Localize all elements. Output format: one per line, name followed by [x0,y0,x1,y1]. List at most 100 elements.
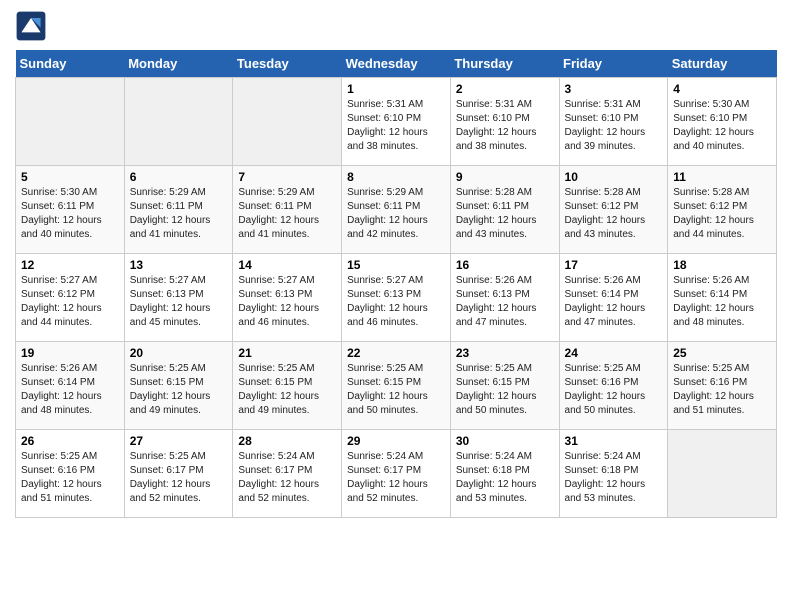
calendar-cell: 30 Sunrise: 5:24 AM Sunset: 6:18 PM Dayli… [450,430,559,518]
calendar-cell: 10 Sunrise: 5:28 AM Sunset: 6:12 PM Dayli… [559,166,668,254]
calendar-cell: 4 Sunrise: 5:30 AM Sunset: 6:10 PM Daylig… [668,78,777,166]
day-info: Sunrise: 5:24 AM Sunset: 6:17 PM Dayligh… [238,450,336,506]
calendar-cell: 3Sunrise: 5:31 AM Sunset: 6:10 PM Daylig… [559,78,668,166]
day-number: 3 [565,82,663,96]
calendar-cell: 28 Sunrise: 5:24 AM Sunset: 6:17 PM Dayli… [233,430,342,518]
day-info: Sunrise: 5:25 AM Sunset: 6:16 PM Dayligh… [673,362,771,418]
day-info: Sunrise: 5:25 AM Sunset: 6:16 PM Dayligh… [565,362,663,418]
day-number: 10 [565,170,663,184]
day-number: 27 [130,434,228,448]
day-info: Sunrise: 5:27 AM Sunset: 6:13 PM Dayligh… [130,274,228,330]
calendar-cell: 9 Sunrise: 5:28 AM Sunset: 6:11 PM Daylig… [450,166,559,254]
day-header-wednesday: Wednesday [342,50,451,78]
calendar-cell [124,78,233,166]
day-number: 21 [238,346,336,360]
day-number: 23 [456,346,554,360]
calendar-cell: 8 Sunrise: 5:29 AM Sunset: 6:11 PM Daylig… [342,166,451,254]
day-number: 5 [21,170,119,184]
day-number: 13 [130,258,228,272]
calendar-cell: 18 Sunrise: 5:26 AM Sunset: 6:14 PM Dayli… [668,254,777,342]
calendar-week-3: 12 Sunrise: 5:27 AM Sunset: 6:12 PM Dayli… [16,254,777,342]
day-number: 9 [456,170,554,184]
calendar-cell: 31 Sunrise: 5:24 AM Sunset: 6:18 PM Dayli… [559,430,668,518]
day-number: 30 [456,434,554,448]
calendar-cell [233,78,342,166]
calendar-week-5: 26Sunrise: 5:25 AM Sunset: 6:16 PM Dayli… [16,430,777,518]
day-info: Sunrise: 5:30 AM Sunset: 6:11 PM Dayligh… [21,186,119,242]
day-info: Sunrise: 5:25 AM Sunset: 6:15 PM Dayligh… [238,362,336,418]
day-info: Sunrise: 5:29 AM Sunset: 6:11 PM Dayligh… [347,186,445,242]
day-number: 17 [565,258,663,272]
calendar-cell: 29 Sunrise: 5:24 AM Sunset: 6:17 PM Dayli… [342,430,451,518]
day-info: Sunrise: 5:28 AM Sunset: 6:12 PM Dayligh… [565,186,663,242]
day-info: Sunrise: 5:28 AM Sunset: 6:11 PM Dayligh… [456,186,554,242]
day-number: 19 [21,346,119,360]
day-number: 4 [673,82,771,96]
day-info: Sunrise: 5:30 AM Sunset: 6:10 PM Dayligh… [673,98,771,154]
calendar-cell: 22 Sunrise: 5:25 AM Sunset: 6:15 PM Dayli… [342,342,451,430]
day-info: Sunrise: 5:29 AM Sunset: 6:11 PM Dayligh… [130,186,228,242]
day-number: 14 [238,258,336,272]
day-info: Sunrise: 5:27 AM Sunset: 6:13 PM Dayligh… [347,274,445,330]
day-header-thursday: Thursday [450,50,559,78]
day-number: 28 [238,434,336,448]
day-number: 11 [673,170,771,184]
day-info: Sunrise: 5:24 AM Sunset: 6:18 PM Dayligh… [565,450,663,506]
day-number: 8 [347,170,445,184]
day-info: Sunrise: 5:26 AM Sunset: 6:14 PM Dayligh… [673,274,771,330]
calendar-week-4: 19 Sunrise: 5:26 AM Sunset: 6:14 PM Dayli… [16,342,777,430]
calendar-cell: 20 Sunrise: 5:25 AM Sunset: 6:15 PM Dayli… [124,342,233,430]
day-number: 29 [347,434,445,448]
day-number: 31 [565,434,663,448]
logo [15,10,51,42]
calendar-cell: 17 Sunrise: 5:26 AM Sunset: 6:14 PM Dayli… [559,254,668,342]
day-info: Sunrise: 5:25 AM Sunset: 6:15 PM Dayligh… [456,362,554,418]
calendar-cell: 24Sunrise: 5:25 AM Sunset: 6:16 PM Dayli… [559,342,668,430]
day-info: Sunrise: 5:25 AM Sunset: 6:16 PM Dayligh… [21,450,119,506]
calendar-cell: 14 Sunrise: 5:27 AM Sunset: 6:13 PM Dayli… [233,254,342,342]
day-info: Sunrise: 5:25 AM Sunset: 6:15 PM Dayligh… [347,362,445,418]
day-number: 2 [456,82,554,96]
day-number: 16 [456,258,554,272]
calendar-cell: 13 Sunrise: 5:27 AM Sunset: 6:13 PM Dayli… [124,254,233,342]
day-info: Sunrise: 5:26 AM Sunset: 6:14 PM Dayligh… [21,362,119,418]
day-info: Sunrise: 5:25 AM Sunset: 6:17 PM Dayligh… [130,450,228,506]
day-info: Sunrise: 5:29 AM Sunset: 6:11 PM Dayligh… [238,186,336,242]
calendar-cell: 6 Sunrise: 5:29 AM Sunset: 6:11 PM Daylig… [124,166,233,254]
calendar-week-2: 5 Sunrise: 5:30 AM Sunset: 6:11 PM Daylig… [16,166,777,254]
logo-icon [15,10,47,42]
calendar-cell: 25 Sunrise: 5:25 AM Sunset: 6:16 PM Dayli… [668,342,777,430]
page-header [15,10,777,42]
day-header-sunday: Sunday [16,50,125,78]
day-number: 18 [673,258,771,272]
day-info: Sunrise: 5:24 AM Sunset: 6:18 PM Dayligh… [456,450,554,506]
calendar-header-row: SundayMondayTuesdayWednesdayThursdayFrid… [16,50,777,78]
day-info: Sunrise: 5:25 AM Sunset: 6:15 PM Dayligh… [130,362,228,418]
calendar-cell: 21 Sunrise: 5:25 AM Sunset: 6:15 PM Dayli… [233,342,342,430]
day-number: 6 [130,170,228,184]
day-info: Sunrise: 5:31 AM Sunset: 6:10 PM Dayligh… [347,98,445,154]
calendar-cell: 23 Sunrise: 5:25 AM Sunset: 6:15 PM Dayli… [450,342,559,430]
day-number: 12 [21,258,119,272]
day-number: 22 [347,346,445,360]
day-info: Sunrise: 5:26 AM Sunset: 6:14 PM Dayligh… [565,274,663,330]
calendar-cell: 19 Sunrise: 5:26 AM Sunset: 6:14 PM Dayli… [16,342,125,430]
day-number: 20 [130,346,228,360]
calendar-cell: 15Sunrise: 5:27 AM Sunset: 6:13 PM Dayli… [342,254,451,342]
day-info: Sunrise: 5:31 AM Sunset: 6:10 PM Dayligh… [456,98,554,154]
day-header-tuesday: Tuesday [233,50,342,78]
calendar-cell: 12 Sunrise: 5:27 AM Sunset: 6:12 PM Dayli… [16,254,125,342]
calendar-cell: 11 Sunrise: 5:28 AM Sunset: 6:12 PM Dayli… [668,166,777,254]
calendar-cell: 5 Sunrise: 5:30 AM Sunset: 6:11 PM Daylig… [16,166,125,254]
day-number: 1 [347,82,445,96]
calendar-table: SundayMondayTuesdayWednesdayThursdayFrid… [15,50,777,518]
day-info: Sunrise: 5:27 AM Sunset: 6:12 PM Dayligh… [21,274,119,330]
day-number: 7 [238,170,336,184]
day-info: Sunrise: 5:28 AM Sunset: 6:12 PM Dayligh… [673,186,771,242]
day-header-monday: Monday [124,50,233,78]
calendar-cell [16,78,125,166]
day-info: Sunrise: 5:27 AM Sunset: 6:13 PM Dayligh… [238,274,336,330]
day-header-friday: Friday [559,50,668,78]
day-info: Sunrise: 5:24 AM Sunset: 6:17 PM Dayligh… [347,450,445,506]
day-number: 25 [673,346,771,360]
